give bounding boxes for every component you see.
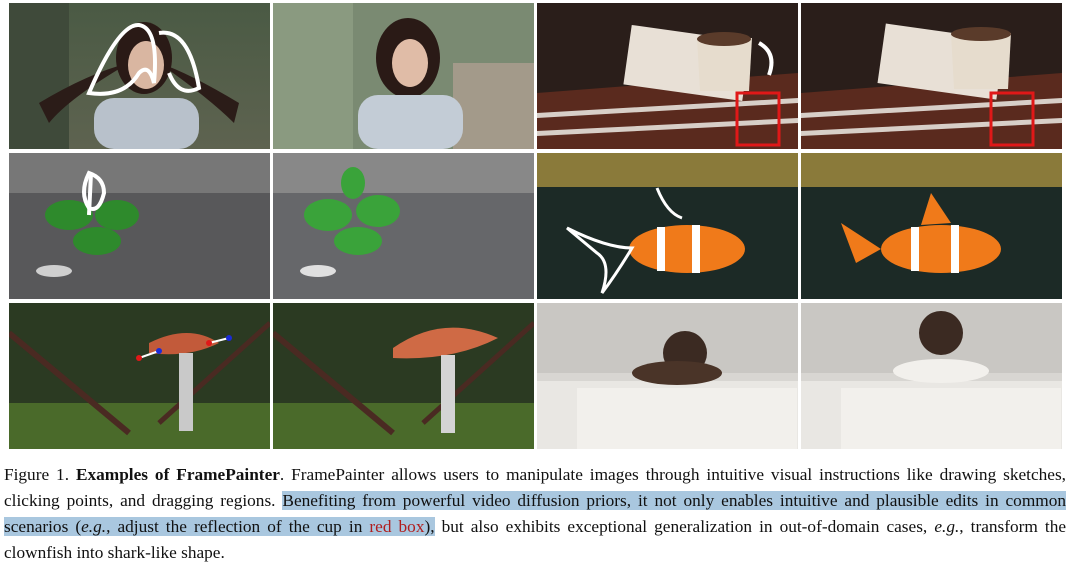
panel-cup-sketch xyxy=(537,3,798,149)
caption-hl-3: ), xyxy=(424,517,435,536)
figure-image-grid xyxy=(9,3,1062,451)
panel-woman-edited xyxy=(273,3,534,149)
figure-title: Examples of FramePainter xyxy=(75,465,280,484)
figure-caption: Figure 1. Examples of FramePainter. Fram… xyxy=(4,462,1066,566)
caption-hl-2: , adjust the reflection of the cup in xyxy=(106,517,370,536)
panel-cup-edited xyxy=(801,3,1062,149)
panel-clownfish-shark xyxy=(801,153,1062,299)
panel-sprout-sketch xyxy=(9,153,270,299)
panel-clownfish-sketch xyxy=(537,153,798,299)
panel-sprout-edited xyxy=(273,153,534,299)
panel-girl-edited xyxy=(801,303,1062,449)
caption-red-box: red box xyxy=(369,517,425,536)
panel-mushroom-drag xyxy=(9,303,270,449)
caption-eg-1: e.g. xyxy=(81,517,107,536)
panel-mushroom-edited xyxy=(273,303,534,449)
caption-text-2: but also exhibits exceptional generaliza… xyxy=(434,517,935,536)
panel-girl-original xyxy=(537,303,798,449)
panel-woman-sketch xyxy=(9,3,270,149)
figure-label: Figure 1. xyxy=(4,465,70,484)
caption-eg-2: e.g. xyxy=(934,517,960,536)
